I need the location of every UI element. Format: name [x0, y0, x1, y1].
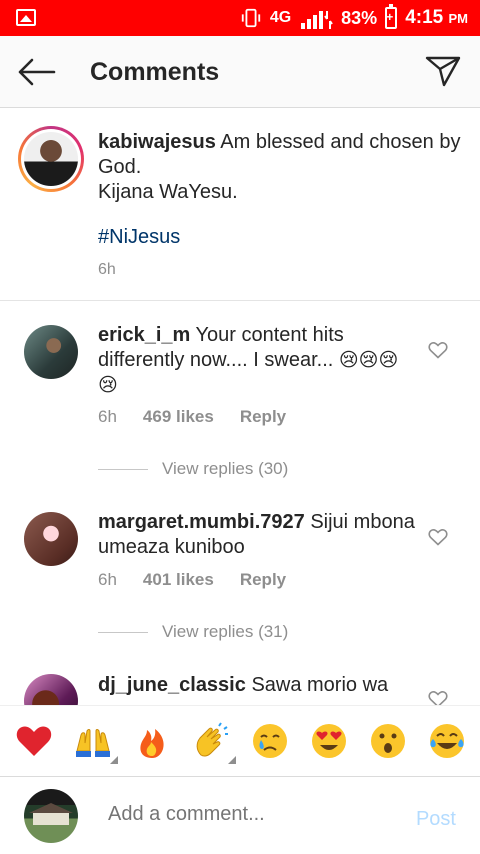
- comment-item: dj_june_classic Sawa morio wa: [0, 652, 480, 705]
- comment-meta: 6h 469 likes Reply: [98, 407, 286, 427]
- replies-divider: [98, 468, 148, 470]
- skin-tone-indicator: [227, 756, 236, 764]
- clapping-hands-emoji-icon[interactable]: [184, 714, 238, 768]
- status-icons: 4G 83% 4:15 PM: [240, 0, 468, 36]
- view-replies-label[interactable]: View replies (31): [162, 622, 288, 642]
- gallery-notification-icon: [16, 9, 36, 26]
- like-heart-icon[interactable]: [428, 690, 448, 705]
- skin-tone-indicator: [109, 756, 118, 764]
- fire-emoji-icon[interactable]: [125, 714, 179, 768]
- comments-header: Comments: [0, 36, 480, 108]
- story-ring[interactable]: [18, 126, 84, 192]
- commenter-username[interactable]: margaret.mumbi.7927: [98, 511, 305, 533]
- emoji-reaction-bar: [0, 705, 480, 777]
- commenter-avatar[interactable]: [24, 512, 78, 566]
- comment-text: margaret.mumbi.7927 Sijui mbona umeaza k…: [98, 510, 418, 560]
- replies-divider: [98, 631, 148, 633]
- heart-eyes-emoji-icon[interactable]: [302, 714, 356, 768]
- comment-timestamp: 6h: [98, 407, 117, 426]
- commenter-avatar[interactable]: [24, 674, 78, 705]
- reply-button[interactable]: Reply: [240, 570, 286, 590]
- reply-button[interactable]: Reply: [240, 407, 286, 427]
- heart-emoji-icon[interactable]: [7, 714, 61, 768]
- view-replies[interactable]: View replies (30): [98, 459, 288, 479]
- crying-face-emoji-icon[interactable]: [243, 714, 297, 768]
- comment-meta: 6h 401 likes Reply: [98, 570, 286, 590]
- status-bar: 4G 83% 4:15 PM: [0, 0, 480, 36]
- author-username[interactable]: kabiwajesus: [98, 131, 216, 153]
- raising-hands-emoji-icon[interactable]: [66, 714, 120, 768]
- signal-icon: [301, 11, 333, 29]
- comment-timestamp: 6h: [98, 570, 117, 589]
- battery-percent: 83%: [341, 7, 378, 28]
- view-replies-label[interactable]: View replies (30): [162, 459, 288, 479]
- comment-text: erick_i_m Your content hits differently …: [98, 323, 418, 398]
- vibrate-icon: [241, 8, 260, 28]
- view-replies[interactable]: View replies (31): [98, 622, 288, 642]
- caption-timestamp: 6h: [98, 261, 116, 278]
- post-caption: kabiwajesus Am blessed and chosen by God…: [0, 108, 480, 301]
- current-user-avatar: [24, 789, 78, 843]
- likes-count[interactable]: 469 likes: [143, 407, 214, 427]
- back-arrow-icon[interactable]: [16, 56, 56, 88]
- comment-text: dj_june_classic Sawa morio wa: [98, 673, 418, 698]
- direct-send-icon[interactable]: [424, 54, 462, 88]
- commenter-avatar[interactable]: [24, 325, 78, 379]
- battery-icon: [385, 4, 398, 29]
- page-title: Comments: [90, 58, 220, 86]
- clock: 4:15 PM: [405, 7, 468, 28]
- caption-text: kabiwajesus Am blessed and chosen by God…: [98, 130, 468, 205]
- commenter-username[interactable]: erick_i_m: [98, 324, 190, 346]
- comment-body: Sawa morio wa: [251, 674, 389, 696]
- network-type: 4G: [269, 9, 292, 26]
- surprised-face-emoji-icon[interactable]: [361, 714, 415, 768]
- like-heart-icon[interactable]: [428, 528, 448, 546]
- caption-line-2: Kijana WaYesu.: [98, 181, 238, 203]
- post-button[interactable]: Post: [416, 808, 456, 831]
- likes-count[interactable]: 401 likes: [143, 570, 214, 590]
- author-avatar[interactable]: [24, 132, 78, 186]
- hashtag-link[interactable]: #NiJesus: [98, 226, 180, 249]
- add-comment-input[interactable]: [108, 803, 388, 826]
- like-heart-icon[interactable]: [428, 341, 448, 359]
- comment-composer: Post: [0, 777, 480, 854]
- tears-of-joy-emoji-icon[interactable]: [420, 714, 474, 768]
- commenter-username[interactable]: dj_june_classic: [98, 674, 246, 696]
